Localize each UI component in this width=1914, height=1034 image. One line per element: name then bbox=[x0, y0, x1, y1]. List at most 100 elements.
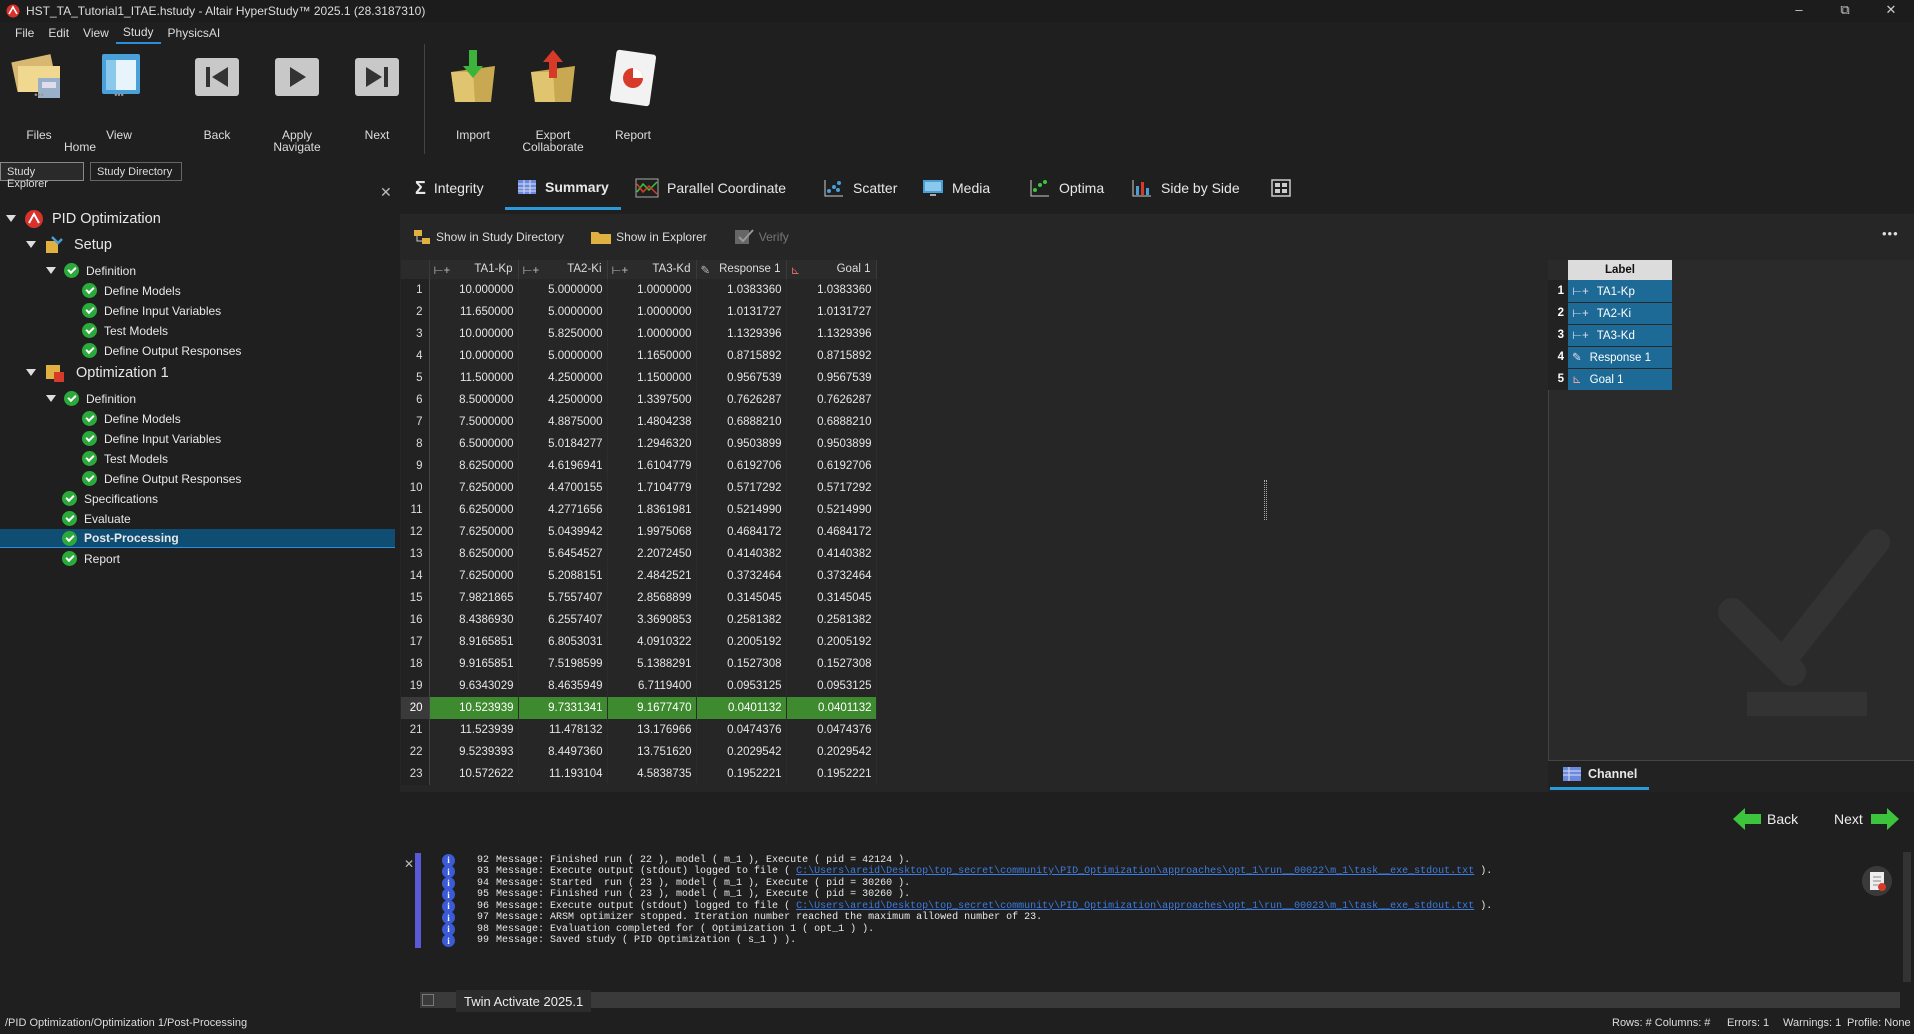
table-row[interactable]: 3 10.000000 5.8250000 1.0000000 1.1329396 1.1… bbox=[401, 323, 877, 345]
tree-post-processing[interactable]: Post-Processing bbox=[0, 529, 395, 548]
row-number[interactable]: 6 bbox=[401, 389, 430, 411]
table-cell[interactable]: 0.0401132 bbox=[696, 697, 787, 719]
table-cell[interactable]: 5.0000000 bbox=[518, 345, 608, 367]
label-cell[interactable]: ⊢+ TA2-Ki bbox=[1568, 302, 1672, 325]
table-cell[interactable]: 10.000000 bbox=[429, 279, 519, 301]
table-cell[interactable]: 0.5717292 bbox=[696, 477, 787, 499]
table-cell[interactable]: 4.0910322 bbox=[607, 631, 697, 653]
tab-study-explorer[interactable]: Study Explorer bbox=[0, 162, 84, 190]
table-cell[interactable]: 8.4386930 bbox=[429, 609, 519, 631]
row-number[interactable]: 12 bbox=[401, 521, 430, 543]
nav-next-button[interactable]: Next bbox=[1834, 808, 1899, 830]
menu-study[interactable]: Study bbox=[115, 22, 161, 44]
label-row[interactable]: 5 ⊾ Goal 1 bbox=[1548, 368, 1672, 391]
label-row[interactable]: 3 ⊢+ TA3-Kd bbox=[1548, 324, 1672, 347]
tree-setup[interactable]: Setup bbox=[26, 235, 112, 254]
table-cell[interactable]: 6.5000000 bbox=[429, 433, 519, 455]
table-cell[interactable]: 7.6250000 bbox=[429, 521, 519, 543]
table-cell[interactable]: 1.0131727 bbox=[696, 301, 787, 323]
table-cell[interactable]: 0.0401132 bbox=[786, 697, 877, 719]
table-cell[interactable]: 5.7557407 bbox=[518, 587, 608, 609]
close-log-icon[interactable]: ✕ bbox=[404, 857, 414, 871]
row-number[interactable]: 18 bbox=[401, 653, 430, 675]
table-cell[interactable]: 0.1527308 bbox=[696, 653, 787, 675]
table-cell[interactable]: 1.3397500 bbox=[607, 389, 697, 411]
column-header[interactable]: ⊾ Goal 1 bbox=[786, 260, 877, 279]
table-row[interactable]: 11 6.6250000 4.2771656 1.8361981 0.5214990 0.… bbox=[401, 499, 877, 521]
table-cell[interactable]: 0.2581382 bbox=[786, 609, 877, 631]
table-cell[interactable]: 1.0383360 bbox=[786, 279, 877, 301]
table-cell[interactable]: 1.1329396 bbox=[696, 323, 787, 345]
tree-root[interactable]: PID Optimization bbox=[6, 209, 161, 228]
table-cell[interactable]: 0.4140382 bbox=[786, 543, 877, 565]
table-cell[interactable]: 4.2500000 bbox=[518, 389, 608, 411]
table-cell[interactable]: 1.0000000 bbox=[607, 323, 697, 345]
back-button[interactable]: Back bbox=[184, 48, 250, 144]
table-cell[interactable]: 0.2029542 bbox=[696, 741, 787, 763]
column-header[interactable]: ✎ Response 1 bbox=[696, 260, 787, 279]
table-cell[interactable]: 0.9567539 bbox=[786, 367, 877, 389]
bottom-scrollbar[interactable] bbox=[420, 992, 1900, 1008]
table-cell[interactable]: 0.9503899 bbox=[786, 433, 877, 455]
minimize-button[interactable]: – bbox=[1776, 0, 1822, 22]
table-cell[interactable]: 7.5000000 bbox=[429, 411, 519, 433]
tab-channel[interactable]: Channel bbox=[1550, 760, 1650, 790]
expand-icon[interactable] bbox=[26, 369, 36, 376]
tab-optima[interactable]: Optima bbox=[1029, 166, 1104, 210]
restore-button[interactable]: ⧉ bbox=[1822, 0, 1868, 22]
table-cell[interactable]: 1.0383360 bbox=[696, 279, 787, 301]
splitter-handle[interactable] bbox=[1264, 480, 1267, 520]
tree-setup-define-input-variables[interactable]: Define Input Variables bbox=[82, 301, 221, 320]
table-cell[interactable]: 4.2771656 bbox=[518, 499, 608, 521]
layout-button[interactable] bbox=[1271, 166, 1291, 210]
row-number[interactable]: 11 bbox=[401, 499, 430, 521]
table-cell[interactable]: 7.6250000 bbox=[429, 565, 519, 587]
tab-side-by-side[interactable]: Side by Side bbox=[1131, 166, 1240, 210]
close-button[interactable]: ✕ bbox=[1868, 0, 1914, 22]
dock-icon[interactable] bbox=[422, 994, 434, 1006]
table-cell[interactable]: 7.5198599 bbox=[518, 653, 608, 675]
row-number[interactable]: 5 bbox=[401, 367, 430, 389]
label-row[interactable]: 4 ✎ Response 1 bbox=[1548, 346, 1672, 369]
expand-icon[interactable] bbox=[26, 241, 36, 248]
tree-opt-test-models[interactable]: Test Models bbox=[82, 449, 168, 468]
table-row[interactable]: 17 8.9165851 6.8053031 4.0910322 0.2005192 0.… bbox=[401, 631, 877, 653]
table-cell[interactable]: 6.8053031 bbox=[518, 631, 608, 653]
table-row[interactable]: 5 11.500000 4.2500000 1.1500000 0.9567539 0.9… bbox=[401, 367, 877, 389]
table-cell[interactable]: 4.8875000 bbox=[518, 411, 608, 433]
table-cell[interactable]: 0.1952221 bbox=[696, 763, 787, 785]
table-row[interactable]: 20 10.523939 9.7331341 9.1677470 0.0401132 0.… bbox=[401, 697, 877, 719]
row-number[interactable]: 8 bbox=[401, 433, 430, 455]
table-cell[interactable]: 1.0131727 bbox=[786, 301, 877, 323]
table-cell[interactable]: 0.3732464 bbox=[696, 565, 787, 587]
table-cell[interactable]: 11.193104 bbox=[518, 763, 608, 785]
column-header[interactable]: ⊢+ TA1-Kp bbox=[429, 260, 519, 279]
row-number[interactable]: 1 bbox=[401, 279, 430, 301]
table-cell[interactable]: 8.4635949 bbox=[518, 675, 608, 697]
table-cell[interactable]: 0.6192706 bbox=[786, 455, 877, 477]
row-number[interactable]: 21 bbox=[401, 719, 430, 741]
table-row[interactable]: 21 11.523939 11.478132 13.176966 0.0474376 0.… bbox=[401, 719, 877, 741]
row-number[interactable]: 9 bbox=[401, 455, 430, 477]
label-header[interactable]: Label bbox=[1568, 260, 1672, 280]
table-cell[interactable]: 0.0953125 bbox=[696, 675, 787, 697]
table-row[interactable]: 16 8.4386930 6.2557407 3.3690853 0.2581382 0.… bbox=[401, 609, 877, 631]
menu-view[interactable]: View bbox=[76, 23, 116, 43]
import-button[interactable]: Import bbox=[440, 48, 506, 144]
table-cell[interactable]: 4.2500000 bbox=[518, 367, 608, 389]
table-cell[interactable]: 5.1388291 bbox=[607, 653, 697, 675]
table-cell[interactable]: 8.6250000 bbox=[429, 455, 519, 477]
table-cell[interactable]: 0.0474376 bbox=[696, 719, 787, 741]
row-number[interactable]: 4 bbox=[401, 345, 430, 367]
table-row[interactable]: 18 9.9165851 7.5198599 5.1388291 0.1527308 0.… bbox=[401, 653, 877, 675]
table-cell[interactable]: 1.7104779 bbox=[607, 477, 697, 499]
tree-specifications[interactable]: Specifications bbox=[62, 489, 158, 508]
verify-button[interactable]: Verify bbox=[733, 228, 789, 246]
twin-activate-tab[interactable]: Twin Activate 2025.1 bbox=[456, 990, 592, 1012]
row-number[interactable]: 17 bbox=[401, 631, 430, 653]
table-cell[interactable]: 10.523939 bbox=[429, 697, 519, 719]
table-cell[interactable]: 8.9165851 bbox=[429, 631, 519, 653]
expand-icon[interactable] bbox=[46, 395, 56, 402]
table-row[interactable]: 1 10.000000 5.0000000 1.0000000 1.0383360 1.0… bbox=[401, 279, 877, 301]
row-number[interactable]: 13 bbox=[401, 543, 430, 565]
